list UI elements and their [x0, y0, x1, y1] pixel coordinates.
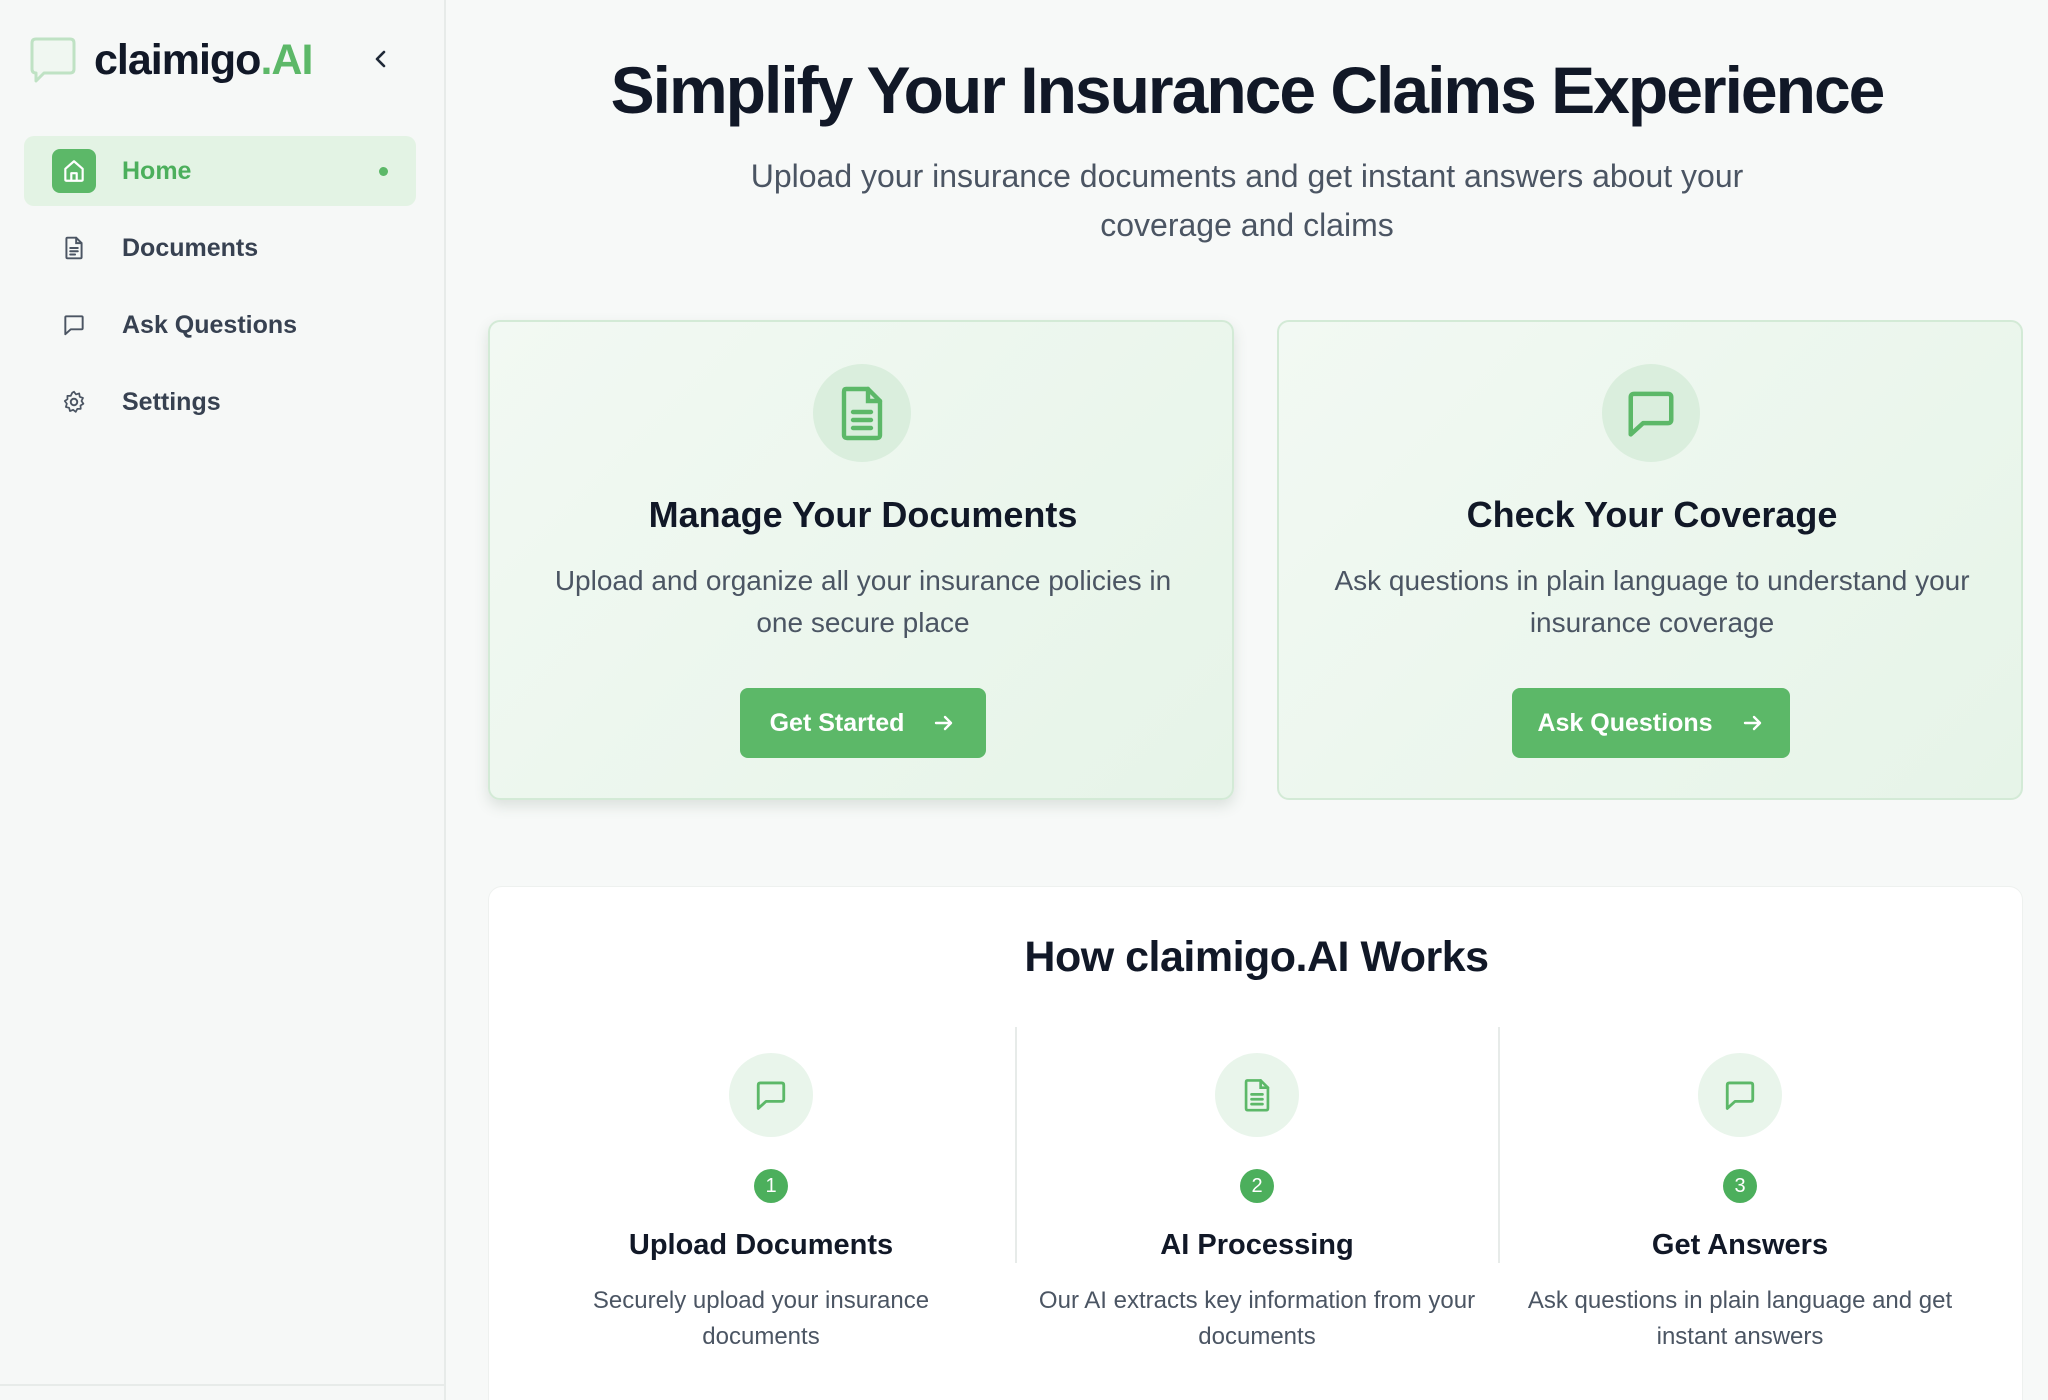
step-title: Upload Documents [628, 1229, 894, 1261]
get-started-button[interactable]: Get Started [740, 688, 986, 758]
gear-icon [52, 380, 96, 424]
active-indicator-dot [379, 167, 388, 176]
step-get-answers: 3 Get Answers Ask questions in plain lan… [1498, 1027, 1981, 1350]
check-coverage-card: Check Your Coverage Ask questions in pla… [1277, 320, 2023, 800]
step-description: Securely upload your insurance documents [592, 1287, 930, 1350]
manage-documents-card: Manage Your Documents Upload and organiz… [488, 320, 1234, 800]
step-number-badge: 1 [754, 1169, 788, 1203]
sidebar-divider [0, 1384, 446, 1386]
app-root: claimigo.AI Home Documents Ask Questions… [0, 0, 2048, 1400]
arrow-right-icon [1741, 711, 1765, 735]
message-icon [729, 1053, 813, 1137]
sidebar-item-label: Documents [122, 233, 259, 262]
card-description: Ask questions in plain language to under… [1334, 565, 1970, 638]
sidebar-item-home[interactable]: Home [24, 136, 416, 206]
document-icon [1215, 1053, 1299, 1137]
message-icon [1602, 364, 1700, 462]
sidebar-item-label: Settings [122, 387, 221, 416]
document-icon [813, 364, 911, 462]
card-description: Upload and organize all your insurance p… [554, 565, 1172, 638]
brand-name: claimigo.AI [94, 35, 313, 84]
sidebar-item-documents[interactable]: Documents [24, 213, 416, 283]
ask-questions-button[interactable]: Ask Questions [1512, 688, 1790, 758]
main-content: Simplify Your Insurance Claims Experienc… [446, 0, 2048, 1400]
collapse-sidebar-button[interactable] [366, 44, 396, 74]
step-title: AI Processing [1160, 1229, 1354, 1261]
sidebar-item-label: Ask Questions [122, 310, 298, 339]
card-title: Check Your Coverage [1466, 494, 1838, 535]
step-upload-documents: 1 Upload Documents Securely upload your … [489, 1027, 1030, 1350]
sidebar-nav: Home Documents Ask Questions Settings [24, 136, 416, 444]
sidebar-item-settings[interactable]: Settings [24, 367, 416, 437]
home-icon [52, 149, 96, 193]
message-icon [1698, 1053, 1782, 1137]
sidebar-item-label: Home [122, 156, 192, 185]
sidebar: claimigo.AI Home Documents Ask Questions… [0, 0, 446, 1400]
message-icon [52, 303, 96, 347]
step-description: Ask questions in plain language and get … [1527, 1287, 1953, 1350]
document-icon [52, 226, 96, 270]
how-it-works-section: How claimigo.AI Works 1 Upload Documents… [488, 886, 2023, 1400]
card-title: Manage Your Documents [648, 494, 1078, 535]
step-ai-processing: 2 AI Processing Our AI extracts key info… [1015, 1027, 1498, 1350]
chevron-left-icon [375, 50, 386, 68]
section-title: How claimigo.AI Works [1024, 933, 1489, 981]
step-number-badge: 3 [1723, 1169, 1757, 1203]
step-number-badge: 2 [1240, 1169, 1274, 1203]
logo[interactable]: claimigo.AI [28, 32, 313, 88]
step-description: Our AI extracts key information from you… [1038, 1287, 1476, 1350]
arrow-right-icon [932, 711, 956, 735]
button-label: Ask Questions [1537, 708, 1713, 737]
button-label: Get Started [769, 708, 905, 737]
step-title: Get Answers [1651, 1229, 1829, 1261]
sidebar-item-ask-questions[interactable]: Ask Questions [24, 290, 416, 360]
logo-chat-icon [30, 37, 76, 83]
hero-subtitle: Upload your insurance documents and get … [750, 158, 1744, 243]
hero-title: Simplify Your Insurance Claims Experienc… [610, 53, 1886, 127]
